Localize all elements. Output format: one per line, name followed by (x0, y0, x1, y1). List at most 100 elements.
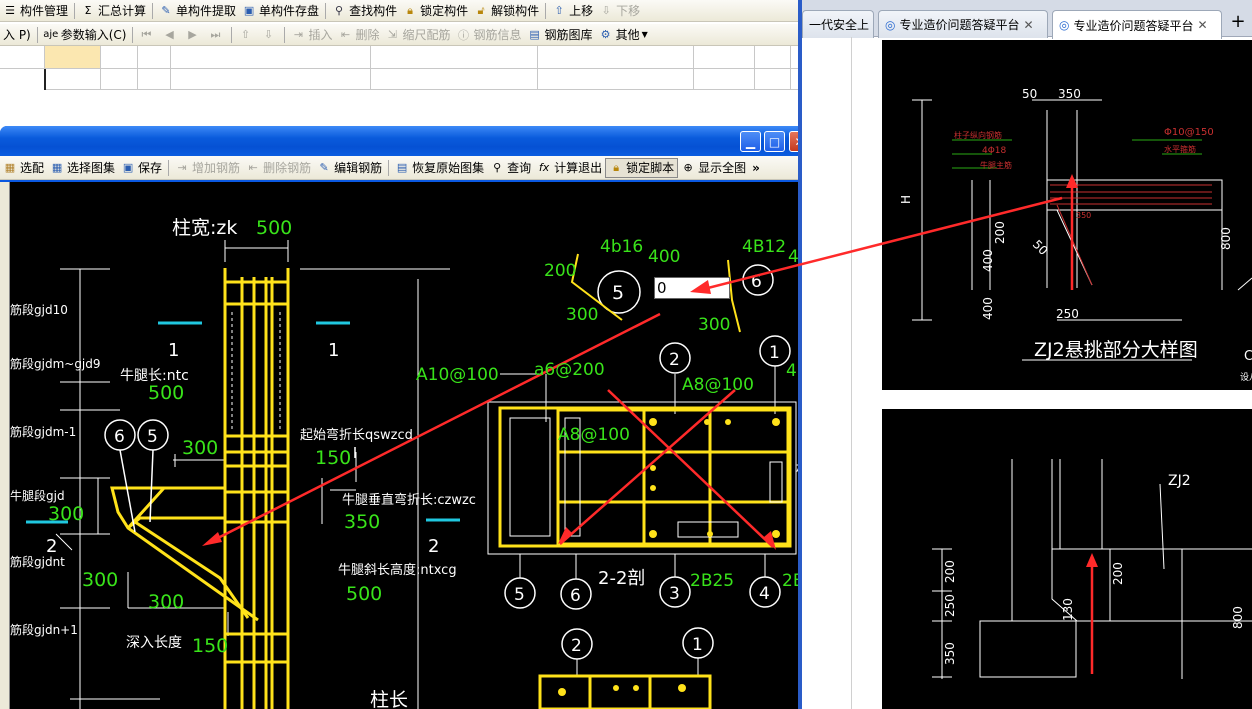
disk-icon: ▣ (122, 161, 134, 174)
lock-script-button[interactable]: 🔒︎ 锁定脚本 (605, 157, 679, 178)
delete-icon: ⇤ (248, 161, 258, 174)
last-icon: ⏭ (210, 27, 221, 41)
separator (325, 2, 327, 19)
dim-300-d: 300 (148, 591, 184, 613)
save-button[interactable]: ▣ 保存 (118, 158, 165, 178)
rebar-A8-b: A8@100 (558, 425, 630, 445)
browser-tab[interactable]: ◎ 专业造价问题答疑平台 ✕ (878, 10, 1048, 38)
rebar-info-button[interactable]: ⓘ 钢筋信息 (454, 25, 525, 45)
param-input-button[interactable]: aje 参数输入(C) (41, 25, 130, 45)
delete-rebar-button[interactable]: ⇤ 删除钢筋 (243, 158, 314, 178)
find-component-button[interactable]: ⚲ 查找构件 (329, 1, 400, 21)
select-match-button[interactable]: ▦ 选配 (0, 158, 47, 178)
vertical-bend-label: 牛腿垂直弯折长:czwzc (342, 492, 476, 508)
single-save-button[interactable]: ▣ 单构件存盘 (239, 1, 322, 21)
d1-400b: 400 (981, 297, 995, 320)
sigma-icon: Σ (84, 4, 92, 17)
last-button[interactable]: ⏭ (205, 25, 228, 45)
rebar-2B25-a: 2B25 (690, 571, 734, 591)
unlock-icon: 🔓︎ (477, 3, 485, 17)
rebar-library-button[interactable]: ▤ 钢筋图库 (525, 25, 596, 45)
add-rebar-button[interactable]: ⇥ 增加钢筋 (172, 158, 243, 178)
row-down-button[interactable]: ⇩ (258, 25, 281, 45)
scale-rebar-button[interactable]: ⇲ 缩尺配筋 (383, 25, 454, 45)
edit-rebar-button[interactable]: ✎ 编辑钢筋 (314, 158, 385, 178)
selected-cell[interactable] (45, 46, 100, 68)
browser-tabbar: 一代安全上✕ ◎专业造价问题答疑平台✕ ◎专业造价问题答疑平台✕ + (802, 7, 1252, 39)
bubble-5-top: 5 (612, 282, 624, 304)
separator (36, 26, 38, 43)
dialog-titlebar[interactable]: ▁ □ ✕ (0, 126, 816, 156)
separator (284, 26, 286, 43)
next-button[interactable]: ▶ (182, 25, 205, 45)
binoculars-icon: ⚲ (493, 161, 502, 174)
grid-cell[interactable] (0, 69, 44, 90)
query-button[interactable]: ⚲ 查询 (487, 158, 534, 178)
d2-350: 350 (943, 642, 957, 665)
separator (74, 2, 76, 19)
d1-title: ZJ2悬挑部分大样图 (1034, 339, 1198, 361)
dim-400: 400 (648, 247, 680, 267)
d2-200: 200 (943, 560, 957, 583)
d1-h: H (899, 195, 913, 204)
new-tab-button[interactable]: + (1228, 11, 1248, 33)
d1-250: 250 (1056, 307, 1079, 321)
row-up-button[interactable]: ⇧ (235, 25, 258, 45)
select-atlas-button[interactable]: ▦ 选择图集 (47, 158, 118, 178)
overflow-chevron-icon[interactable]: » (749, 158, 763, 178)
value-input[interactable]: 0 (654, 277, 730, 299)
lock-icon: 🔒︎ (407, 3, 413, 17)
show-full-button[interactable]: ⊕ 显示全图 (678, 158, 749, 178)
section-num-1a: 1 (168, 340, 179, 361)
calc-exit-button[interactable]: fx 计算退出 (534, 158, 605, 178)
content-divider (851, 37, 852, 709)
rebar-4b16: 4b16 (600, 237, 643, 257)
bubble-6-label: 6 (114, 427, 125, 447)
browser-tab-active[interactable]: ◎ 专业造价问题答疑平台 ✕ (1052, 10, 1222, 39)
delete-button[interactable]: ⇤ 删除 (336, 25, 383, 45)
first-button[interactable]: ⏮ (136, 25, 159, 45)
arrow-up-icon: ⇧ (240, 28, 251, 41)
p-button[interactable]: 入 P) (0, 25, 34, 45)
lock-component-button[interactable]: 🔒︎ 锁定构件 (400, 1, 471, 21)
close-icon[interactable]: ✕ (873, 18, 874, 32)
restore-icon: ▤ (396, 161, 408, 174)
separator (545, 2, 547, 19)
separator (132, 26, 134, 43)
detail-drawing-2[interactable]: ZJ2 200 250 350 130 200 800 (882, 409, 1252, 709)
dim-300-s: 300 (566, 305, 598, 325)
d1-800: 800 (1219, 227, 1233, 250)
zoom-icon: ⊕ (683, 161, 693, 174)
prev-button[interactable]: ◀ (159, 25, 182, 45)
main-toolbar: ☰ 构件管理 Σ 汇总计算 ✎ 单构件提取 ▣ 单构件存盘 ⚲ 查找构件 🔒︎ 锁定构件 🔓… (0, 0, 798, 22)
bubble-5-bottom: 5 (514, 585, 525, 605)
cad-canvas[interactable]: 柱宽:zk 500 筋段gjd10 筋段gjdm~gjd9 筋段gjdm-1 牛… (10, 182, 808, 709)
separator (231, 26, 233, 43)
browser-tab[interactable]: 一代安全上✕ (802, 10, 874, 38)
dim-200: 200 (544, 261, 576, 281)
arrow-down-icon: ⇩ (601, 4, 611, 17)
component-manage-button[interactable]: ☰ 构件管理 (0, 1, 71, 21)
bubble-4-bottom: 4 (759, 584, 770, 604)
d1-note4: 牛腿主筋 (980, 160, 1012, 170)
unlock-component-button[interactable]: 🔓︎ 解锁构件 (471, 1, 542, 21)
grid-col-line (790, 46, 791, 90)
minimize-button[interactable]: ▁ (740, 131, 761, 152)
grid-col-line (693, 46, 694, 90)
single-extract-button[interactable]: ✎ 单构件提取 (156, 1, 239, 21)
move-down-button[interactable]: ⇩ 下移 (596, 1, 643, 21)
close-icon[interactable]: ✕ (1024, 18, 1034, 32)
summary-calc-button[interactable]: Σ 汇总计算 (78, 1, 149, 21)
d2-200b: 200 (1111, 562, 1125, 585)
close-icon[interactable]: ✕ (1198, 18, 1208, 32)
move-up-button[interactable]: ⇧ 上移 (549, 1, 596, 21)
d1-c: C (1244, 349, 1252, 364)
maximize-button[interactable]: □ (764, 131, 785, 152)
restore-atlas-button[interactable]: ▤ 恢复原始图集 (392, 158, 487, 178)
bubble-2-sec: 2 (669, 350, 680, 370)
d2-250: 250 (943, 594, 957, 617)
insert-button[interactable]: ⇥ 插入 (288, 25, 335, 45)
detail-drawing-1[interactable]: 50 350 H 400 200 400 50 800 250 350 Φ10@… (882, 40, 1252, 390)
slope-height-label: 牛腿斜长高度:ntxcg (338, 562, 457, 578)
other-menu-button[interactable]: ⚙ 其他 ▼ (596, 25, 651, 45)
